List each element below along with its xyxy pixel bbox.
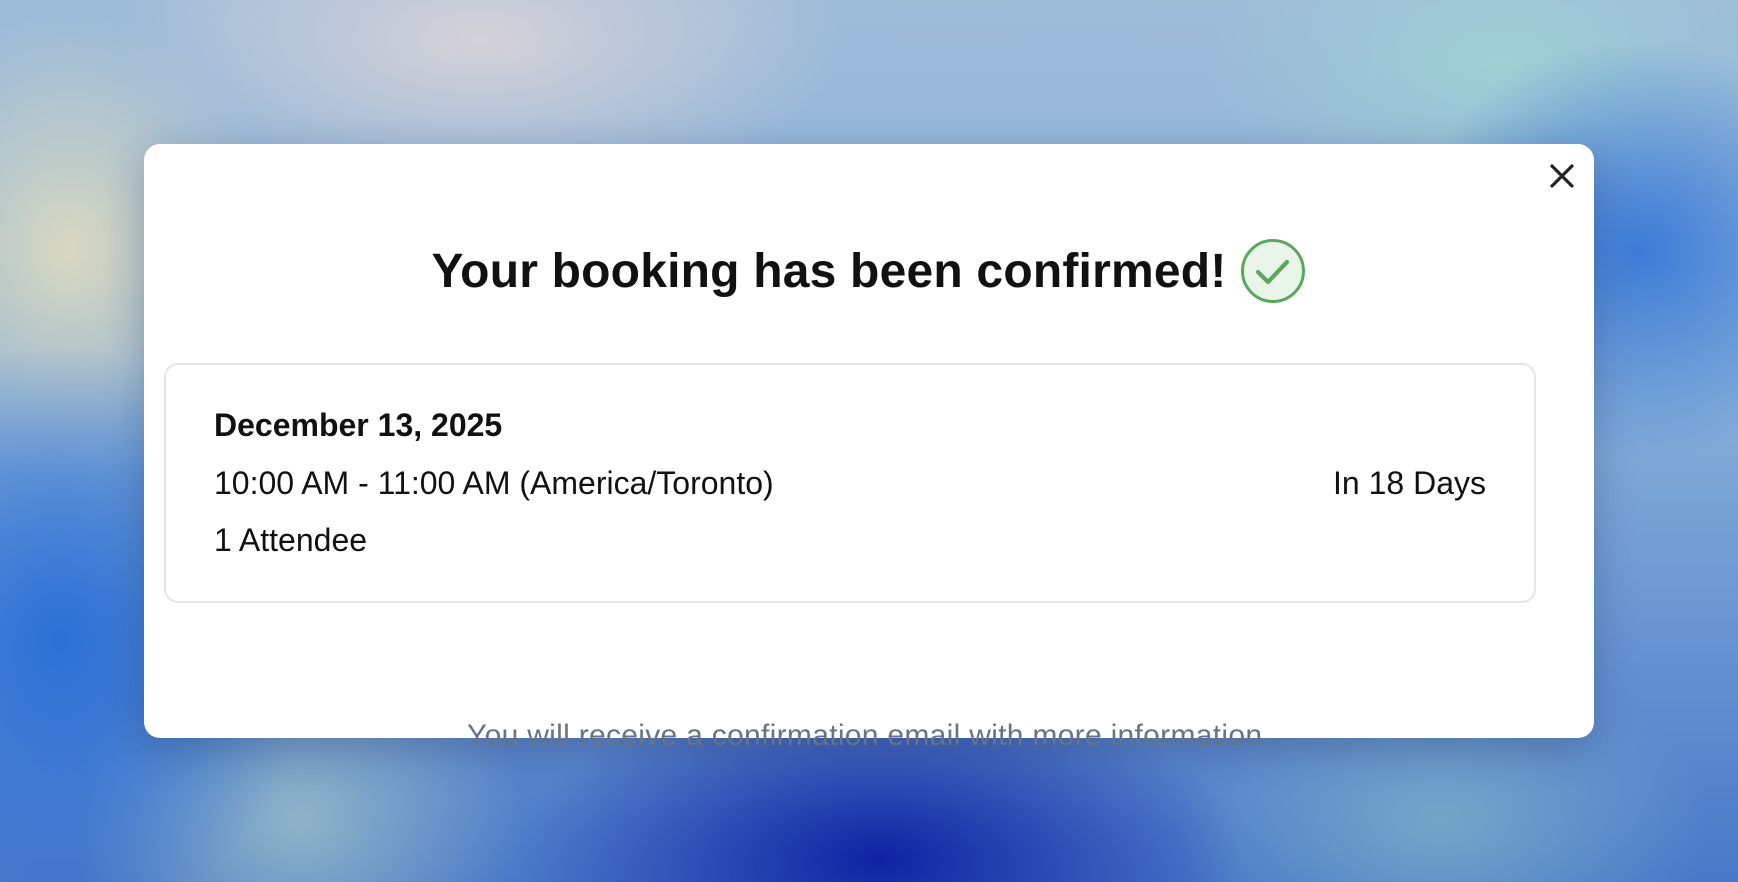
title-row: Your booking has been confirmed!	[144, 234, 1594, 308]
check-circle-icon	[1241, 239, 1306, 303]
booking-date: December 13, 2025	[214, 407, 503, 443]
close-icon	[1550, 164, 1574, 188]
attendee-count: 1 Attendee	[214, 522, 368, 558]
dialog-title: Your booking has been confirmed!	[431, 244, 1227, 298]
booking-details-card: December 13, 2025 10:00 AM - 11:00 AM (A…	[164, 363, 1536, 603]
booking-confirmation-dialog: Your booking has been confirmed! Decembe…	[144, 144, 1594, 752]
confirmation-email-note: You will receive a confirmation email wi…	[467, 719, 1271, 752]
booking-time-range: 10:00 AM - 11:00 AM (America/Toronto)	[214, 465, 774, 501]
booking-relative-time: In 18 Days	[1333, 465, 1486, 501]
close-button[interactable]	[1544, 158, 1580, 194]
